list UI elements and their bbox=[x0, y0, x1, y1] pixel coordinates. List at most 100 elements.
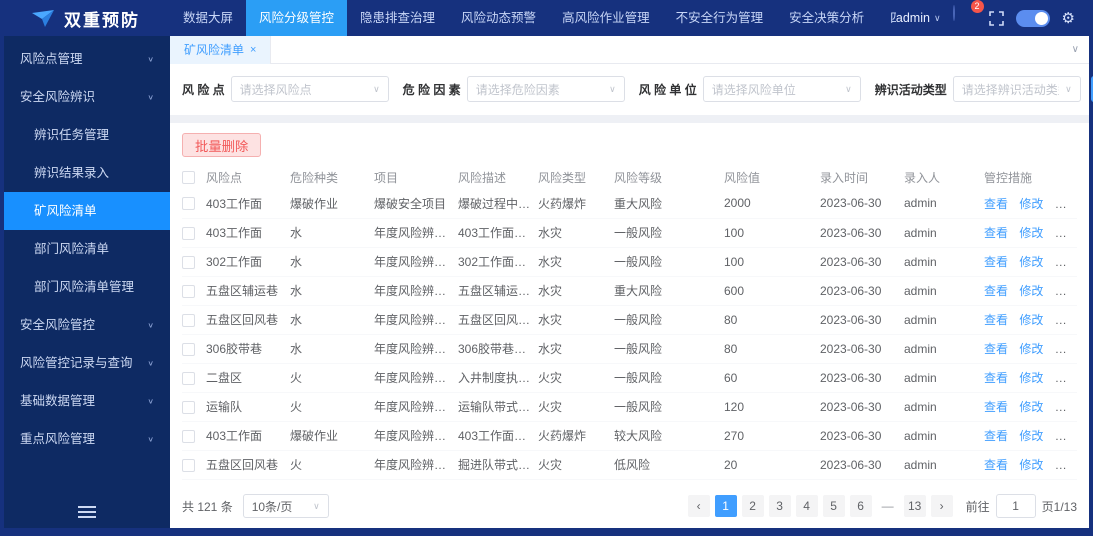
tab-dropdown-icon[interactable]: ∨ bbox=[1072, 44, 1079, 55]
edit-link[interactable]: 修改 bbox=[1019, 197, 1043, 211]
page-button[interactable]: 4 bbox=[795, 495, 818, 517]
view-link[interactable]: 查看 bbox=[984, 226, 1008, 240]
goto-page-input[interactable] bbox=[995, 494, 1036, 518]
sidebar-item[interactable]: 辨识结果录入 ∨ bbox=[4, 154, 170, 192]
row-checkbox[interactable] bbox=[182, 371, 195, 385]
sidebar-item[interactable]: 辨识任务管理 ∨ bbox=[4, 116, 170, 154]
sidebar-item[interactable]: 矿风险清单 ∨ bbox=[4, 192, 170, 230]
cell-actions: 查看 修改 删除 bbox=[984, 189, 1077, 218]
edit-link[interactable]: 修改 bbox=[1019, 429, 1043, 443]
delete-link[interactable]: 删除 bbox=[1055, 313, 1077, 327]
page-button[interactable]: — bbox=[877, 495, 899, 517]
delete-link[interactable]: 删除 bbox=[1055, 255, 1077, 269]
theme-toggle[interactable] bbox=[1015, 9, 1050, 27]
page-button[interactable]: 6 bbox=[849, 495, 872, 517]
row-checkbox[interactable] bbox=[182, 226, 195, 240]
view-link[interactable]: 查看 bbox=[984, 284, 1008, 298]
delete-link[interactable]: 删除 bbox=[1055, 197, 1077, 211]
top-nav-item[interactable]: 风险分级管控 bbox=[246, 0, 348, 36]
top-nav-item[interactable]: 安全决策分析 bbox=[776, 0, 877, 36]
gear-icon[interactable]: ⚙ bbox=[1062, 9, 1075, 27]
filter-select[interactable]: 请选择辨识活动类型 ∨ bbox=[952, 76, 1081, 102]
row-checkbox[interactable] bbox=[182, 400, 195, 414]
edit-link[interactable]: 修改 bbox=[1019, 226, 1043, 240]
top-nav-item[interactable]: 四员两长考核 bbox=[877, 0, 896, 36]
sidebar-item[interactable]: 安全风险管控 ∨ bbox=[4, 306, 170, 344]
filter-select[interactable]: 请选择风险单位 ∨ bbox=[702, 76, 861, 102]
row-checkbox[interactable] bbox=[182, 342, 195, 356]
view-link[interactable]: 查看 bbox=[984, 400, 1008, 414]
sidebar-item[interactable]: 风险管控记录与查询 ∨ bbox=[4, 344, 170, 382]
top-nav-item[interactable]: 不安全行为管理 bbox=[663, 0, 777, 36]
page-button[interactable]: 5 bbox=[822, 495, 845, 517]
delete-link[interactable]: 删除 bbox=[1055, 226, 1077, 240]
tab-bar: 矿风险清单 × ∨ bbox=[170, 35, 1089, 64]
row-checkbox[interactable] bbox=[182, 284, 195, 298]
page-button[interactable]: 13 bbox=[903, 495, 926, 517]
cell-risk-desc: 运输队带式输送机... bbox=[458, 400, 538, 414]
sidebar-item-label: 安全风险管控 bbox=[20, 318, 96, 332]
tab-mine-risk-list[interactable]: 矿风险清单 × bbox=[170, 35, 272, 64]
view-link[interactable]: 查看 bbox=[984, 429, 1008, 443]
view-link[interactable]: 查看 bbox=[984, 313, 1008, 327]
sidebar-item[interactable]: 安全风险辨识 ∨ bbox=[4, 78, 170, 116]
sidebar-item[interactable]: 重点风险管理 ∨ bbox=[4, 420, 170, 458]
cell-risk-desc: 入井制度执行不到... bbox=[458, 371, 538, 385]
page-button[interactable]: 3 bbox=[768, 495, 791, 517]
filter-bar: 风 险 点 请选择风险点 ∨ 危 险 因 素 请选择危险因素 ∨ 风 险 单 位… bbox=[170, 64, 1093, 115]
cell-actions: 查看 修改 删除 bbox=[984, 305, 1077, 334]
cell-risk-level: 一般风险 bbox=[614, 313, 663, 327]
user-menu[interactable]: admin ∨ bbox=[896, 11, 941, 25]
edit-link[interactable]: 修改 bbox=[1019, 400, 1043, 414]
delete-link[interactable]: 删除 bbox=[1055, 284, 1077, 298]
fullscreen-icon[interactable] bbox=[988, 10, 1004, 26]
row-checkbox[interactable] bbox=[182, 197, 195, 211]
row-checkbox[interactable] bbox=[182, 255, 195, 269]
delete-link[interactable]: 删除 bbox=[1055, 429, 1077, 443]
logo-icon bbox=[30, 7, 56, 29]
sidebar-item[interactable]: 部门风险清单 ∨ bbox=[4, 230, 170, 268]
filter-select[interactable]: 请选择危险因素 ∨ bbox=[466, 76, 625, 102]
filter-select[interactable]: 请选择风险点 ∨ bbox=[230, 76, 389, 102]
edit-link[interactable]: 修改 bbox=[1019, 458, 1043, 472]
row-checkbox[interactable] bbox=[182, 429, 195, 443]
delete-link[interactable]: 删除 bbox=[1055, 458, 1077, 472]
sidebar-collapse-icon[interactable] bbox=[4, 506, 170, 518]
view-link[interactable]: 查看 bbox=[984, 371, 1008, 385]
top-nav-item[interactable]: 数据大屏 bbox=[170, 0, 246, 36]
top-nav-item[interactable]: 隐患排查治理 bbox=[347, 0, 448, 36]
sidebar-item[interactable]: 基础数据管理 ∨ bbox=[4, 382, 170, 420]
edit-link[interactable]: 修改 bbox=[1019, 342, 1043, 356]
delete-link[interactable]: 删除 bbox=[1055, 371, 1077, 385]
edit-link[interactable]: 修改 bbox=[1019, 313, 1043, 327]
top-nav-item[interactable]: 高风险作业管理 bbox=[549, 0, 663, 36]
cell-risk-desc: 爆破过程中，非作... bbox=[458, 196, 538, 211]
avatar[interactable]: 2 bbox=[952, 0, 984, 30]
sidebar-item-label: 重点风险管理 bbox=[20, 432, 96, 446]
view-link[interactable]: 查看 bbox=[984, 458, 1008, 472]
select-all-checkbox[interactable] bbox=[182, 171, 195, 185]
view-link[interactable]: 查看 bbox=[984, 255, 1008, 269]
edit-link[interactable]: 修改 bbox=[1019, 284, 1043, 298]
top-nav-item[interactable]: 风险动态预警 bbox=[448, 0, 549, 36]
page-button[interactable]: 2 bbox=[741, 495, 764, 517]
delete-link[interactable]: 删除 bbox=[1055, 400, 1077, 414]
batch-delete-button[interactable]: 批量删除 bbox=[182, 133, 262, 157]
next-page-button[interactable]: › bbox=[930, 495, 953, 517]
edit-link[interactable]: 修改 bbox=[1019, 255, 1043, 269]
sidebar-item[interactable]: 部门风险清单管理 ∨ bbox=[4, 268, 170, 306]
page-size-select[interactable]: 10条/页 ∨ bbox=[242, 494, 329, 518]
delete-link[interactable]: 删除 bbox=[1055, 342, 1077, 356]
view-link[interactable]: 查看 bbox=[984, 342, 1008, 356]
row-checkbox[interactable] bbox=[182, 313, 195, 327]
page-button[interactable]: 1 bbox=[714, 495, 737, 517]
sidebar-item[interactable]: 风险点管理 ∨ bbox=[4, 40, 170, 78]
edit-link[interactable]: 修改 bbox=[1019, 371, 1043, 385]
close-icon[interactable]: × bbox=[250, 44, 256, 56]
cell-actions: 查看 修改 删除 bbox=[984, 218, 1077, 247]
view-link[interactable]: 查看 bbox=[984, 197, 1008, 211]
cell-risk-point: 403工作面 bbox=[206, 226, 263, 240]
prev-page-button[interactable]: ‹ bbox=[687, 495, 710, 517]
total-count: 共 121 条 bbox=[182, 499, 233, 514]
row-checkbox[interactable] bbox=[182, 458, 195, 472]
